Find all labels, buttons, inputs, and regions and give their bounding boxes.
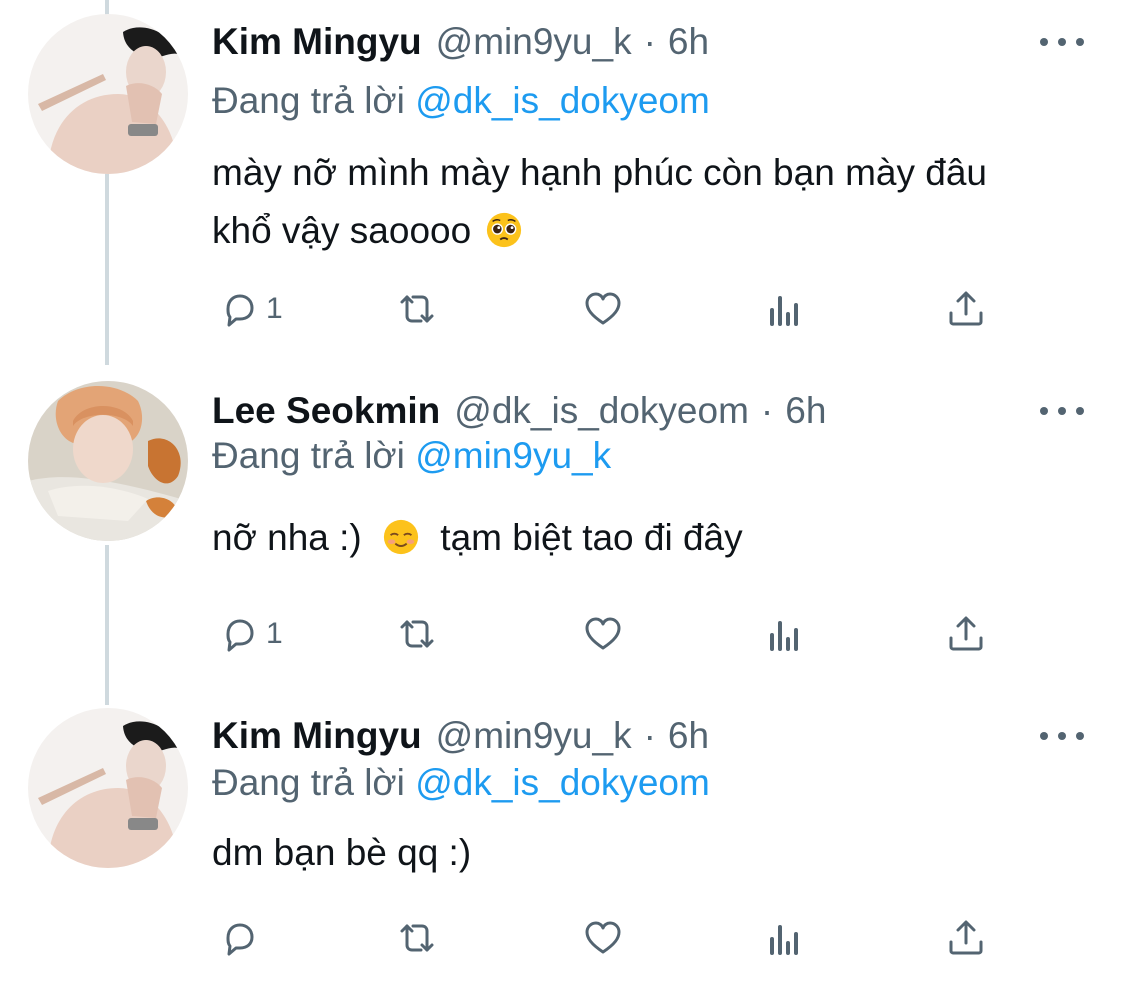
tweet-header: Kim Mingyu @min9yu_k · 6h (212, 708, 709, 764)
tweet-actions: 1 (0, 284, 1125, 334)
retweet-button[interactable] (394, 609, 440, 659)
share-button[interactable] (943, 609, 989, 659)
timestamp[interactable]: 6h (785, 390, 826, 432)
reply-button[interactable]: 1 (214, 284, 283, 334)
like-button[interactable] (580, 913, 626, 963)
tweet-text: nỡ nha :) tạm biệt tao đi đây (212, 509, 1092, 567)
avatar-image (28, 381, 188, 541)
user-handle[interactable]: @dk_is_dokyeom (454, 390, 749, 432)
analytics-button[interactable] (762, 284, 808, 334)
mention-link[interactable]: @dk_is_dokyeom (415, 80, 710, 121)
share-icon (949, 920, 983, 955)
like-button[interactable] (580, 284, 626, 334)
reply-count: 1 (266, 617, 283, 650)
tweet-text: mày nỡ mình mày hạnh phúc còn bạn mày đâ… (212, 144, 1092, 260)
avatar[interactable] (28, 708, 188, 868)
tweet-actions: 1 (0, 609, 1125, 659)
reply-icon (226, 923, 254, 956)
tweet-text-segment: tạm biệt tao đi đây (440, 517, 743, 558)
replying-to: Đang trả lời @min9yu_k (212, 435, 611, 477)
tweet-text-line: khổ vậy saoooo (212, 202, 1092, 260)
analytics-button[interactable] (762, 609, 808, 659)
replying-prefix: Đang trả lời (212, 80, 405, 121)
tweet-header: Lee Seokmin @dk_is_dokyeom · 6h (212, 383, 826, 439)
avatar-image (28, 14, 188, 174)
more-icon[interactable] (1040, 397, 1084, 425)
tweet-actions (0, 913, 1125, 963)
tweet-text-segment: dm bạn bè qq :) (212, 832, 472, 873)
tweet-text: dm bạn bè qq :) (212, 824, 1092, 882)
retweet-icon (400, 295, 434, 323)
avatar-image (28, 708, 188, 868)
like-icon (585, 921, 621, 954)
user-handle[interactable]: @min9yu_k (436, 21, 632, 63)
reply-count: 1 (266, 292, 283, 325)
smiling-face-emoji (383, 519, 419, 555)
share-button[interactable] (943, 284, 989, 334)
retweet-button[interactable] (394, 913, 440, 963)
avatar[interactable] (28, 381, 188, 541)
like-icon (585, 617, 621, 650)
timestamp[interactable]: 6h (668, 715, 709, 757)
retweet-icon (400, 620, 434, 648)
timestamp[interactable]: 6h (668, 21, 709, 63)
reply-button[interactable]: 1 (214, 609, 283, 659)
replying-prefix: Đang trả lời (212, 435, 405, 476)
tweet-text-segment: khổ vậy saoooo (212, 210, 472, 251)
more-icon[interactable] (1040, 722, 1084, 750)
reply-icon (226, 619, 254, 652)
mention-link[interactable]: @min9yu_k (415, 435, 611, 476)
like-icon (585, 292, 621, 325)
separator: · (760, 390, 774, 431)
separator: · (643, 715, 656, 756)
analytics-icon (770, 296, 798, 326)
display-name[interactable]: Kim Mingyu (212, 21, 422, 63)
replying-to: Đang trả lời @dk_is_dokyeom (212, 80, 710, 122)
analytics-icon (770, 925, 798, 955)
retweet-icon (400, 924, 434, 952)
share-button[interactable] (943, 913, 989, 963)
replying-to: Đang trả lời @dk_is_dokyeom (212, 762, 710, 804)
reply-icon (226, 294, 254, 327)
share-icon (949, 291, 983, 326)
user-handle[interactable]: @min9yu_k (436, 715, 632, 757)
mention-link[interactable]: @dk_is_dokyeom (415, 762, 710, 803)
display-name[interactable]: Lee Seokmin (212, 390, 440, 432)
more-icon[interactable] (1040, 28, 1084, 56)
avatar[interactable] (28, 14, 188, 174)
analytics-button[interactable] (762, 913, 808, 963)
share-icon (949, 616, 983, 651)
tweet-text-line: mày nỡ mình mày hạnh phúc còn bạn mày đâ… (212, 152, 987, 193)
replying-prefix: Đang trả lời (212, 762, 405, 803)
reply-button[interactable] (214, 913, 266, 963)
like-button[interactable] (580, 609, 626, 659)
display-name[interactable]: Kim Mingyu (212, 715, 422, 757)
analytics-icon (770, 621, 798, 651)
tweet-header: Kim Mingyu @min9yu_k · 6h (212, 14, 709, 70)
tweet-text-segment: nỡ nha :) (212, 517, 362, 558)
pleading-face-emoji (487, 212, 522, 248)
separator: · (643, 21, 656, 62)
retweet-button[interactable] (394, 284, 440, 334)
